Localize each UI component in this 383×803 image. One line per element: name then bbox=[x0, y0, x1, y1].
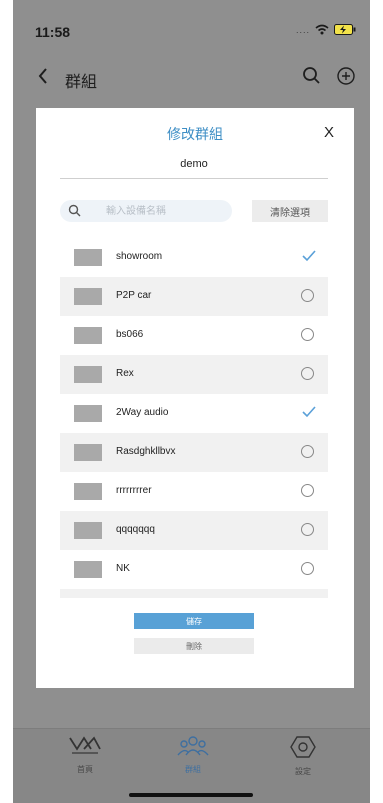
tab-bar: 首頁 群組 設定 bbox=[13, 728, 370, 803]
close-button[interactable]: X bbox=[324, 124, 334, 141]
group-people-icon bbox=[177, 736, 209, 756]
tab-settings-label: 設定 bbox=[295, 767, 311, 776]
unselected-circle-icon[interactable] bbox=[301, 445, 314, 458]
device-thumbnail bbox=[74, 249, 102, 266]
device-label: qqqqqqq bbox=[116, 524, 155, 535]
tab-group[interactable]: 群組 bbox=[163, 735, 223, 775]
search-icon[interactable] bbox=[302, 66, 322, 86]
device-label: showroom bbox=[116, 251, 163, 262]
unselected-circle-icon[interactable] bbox=[301, 289, 314, 302]
device-thumbnail bbox=[74, 288, 102, 305]
nav-bar: 群組 bbox=[13, 60, 370, 96]
device-list: showroom P2P car bs066 Rex 2Way audio Rasdghk… bbox=[60, 238, 328, 598]
settings-hexagon-icon bbox=[290, 736, 316, 758]
unselected-circle-icon[interactable] bbox=[301, 328, 314, 341]
device-search-box bbox=[60, 200, 232, 222]
status-time: 11:58 bbox=[35, 24, 71, 40]
device-row[interactable]: P2P car bbox=[60, 277, 328, 316]
plus-circle-icon[interactable] bbox=[336, 66, 356, 86]
unselected-circle-icon[interactable] bbox=[301, 562, 314, 575]
unselected-circle-icon[interactable] bbox=[301, 484, 314, 497]
device-thumbnail bbox=[74, 444, 102, 461]
device-thumbnail bbox=[74, 522, 102, 539]
battery-charging-icon bbox=[334, 24, 356, 35]
checkmark-icon[interactable] bbox=[302, 406, 316, 418]
device-label: rrrrrrrrer bbox=[116, 485, 152, 496]
dialog-title: 修改群組 bbox=[167, 126, 223, 142]
tab-home-label: 首頁 bbox=[77, 765, 93, 774]
device-row[interactable]: 2Way audio bbox=[60, 394, 328, 433]
device-label: NK bbox=[116, 563, 130, 574]
device-row[interactable]: showroom bbox=[60, 238, 328, 277]
device-search-input[interactable] bbox=[106, 200, 226, 222]
device-thumbnail bbox=[74, 366, 102, 383]
device-label: P2P car bbox=[116, 290, 152, 301]
device-row[interactable]: Rasdghkllbvx bbox=[60, 433, 328, 472]
device-thumbnail bbox=[74, 327, 102, 344]
device-thumbnail bbox=[74, 483, 102, 500]
wifi-icon bbox=[315, 24, 329, 35]
device-row[interactable]: qqqqqqq bbox=[60, 511, 328, 550]
signal-dots: .... bbox=[295, 24, 310, 35]
save-button[interactable]: 儲存 bbox=[134, 613, 254, 629]
checkmark-icon[interactable] bbox=[302, 250, 316, 262]
device-row[interactable]: rrrrrrrrer bbox=[60, 472, 328, 511]
device-row[interactable]: NK bbox=[60, 550, 328, 589]
device-label: Rex bbox=[116, 368, 134, 379]
vacron-logo-icon bbox=[69, 736, 101, 754]
device-thumbnail bbox=[74, 405, 102, 422]
tab-home[interactable]: 首頁 bbox=[55, 735, 115, 775]
status-bar: 11:58 .... bbox=[13, 0, 370, 50]
device-thumbnail bbox=[74, 561, 102, 578]
unselected-circle-icon[interactable] bbox=[301, 367, 314, 380]
group-name-input[interactable] bbox=[60, 150, 328, 179]
status-icons: .... bbox=[296, 24, 356, 35]
device-label: Rasdghkllbvx bbox=[116, 446, 176, 457]
home-indicator bbox=[129, 793, 253, 797]
device-row[interactable]: bs066 bbox=[60, 316, 328, 355]
delete-button[interactable]: 刪除 bbox=[134, 638, 254, 654]
chevron-left-icon[interactable] bbox=[37, 66, 49, 86]
device-label: bs066 bbox=[116, 329, 144, 340]
device-row-partial bbox=[60, 589, 328, 598]
edit-group-dialog: 修改群組 X 清除選項 showroom P2P car bs066 Rex 2Way … bbox=[36, 108, 354, 688]
clear-selection-button[interactable]: 清除選項 bbox=[252, 200, 328, 222]
search-icon bbox=[68, 204, 81, 217]
tab-settings[interactable]: 設定 bbox=[273, 735, 333, 777]
device-label: 2Way audio bbox=[116, 407, 169, 418]
device-row[interactable]: Rex bbox=[60, 355, 328, 394]
tab-group-label: 群組 bbox=[185, 765, 201, 774]
unselected-circle-icon[interactable] bbox=[301, 523, 314, 536]
page-title: 群組 bbox=[65, 74, 98, 91]
